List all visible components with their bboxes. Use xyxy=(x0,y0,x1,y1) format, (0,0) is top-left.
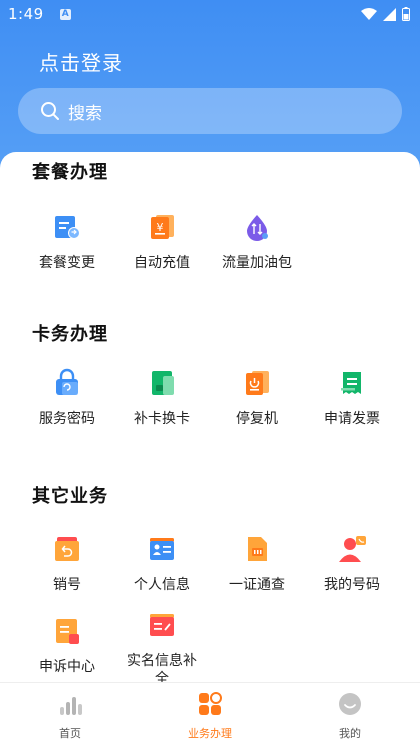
section-plan: 套餐办理 套餐变更 ¥ 自动充值 流量加油包 xyxy=(0,158,420,308)
battery-icon xyxy=(402,7,410,21)
grid-item-realname-complete[interactable]: 实名信息补全 xyxy=(114,610,210,688)
tab-label: 我的 xyxy=(339,727,361,740)
grid-item-data-booster[interactable]: 流量加油包 xyxy=(209,212,305,272)
section-card: 卡务办理 服务密码 补卡换卡 停复机 申请发票 xyxy=(0,320,420,470)
grid-item-appeal-center[interactable]: 申诉中心 xyxy=(19,616,115,676)
search-placeholder: 搜索 xyxy=(68,103,102,124)
profile-face-icon xyxy=(339,693,361,715)
grid-item-id-check[interactable]: 一证通查 xyxy=(209,534,305,594)
wifi-icon xyxy=(361,7,377,20)
status-time: 1:49 xyxy=(8,5,44,23)
section-title: 其它业务 xyxy=(32,486,108,507)
content-sheet: 套餐办理 套餐变更 ¥ 自动充值 流量加油包 卡务办理 服务密码 补卡换卡 停复… xyxy=(0,152,420,692)
grid-item-label: 补卡换卡 xyxy=(134,411,190,427)
grid-item-plan-change[interactable]: 套餐变更 xyxy=(19,212,115,272)
service-password-icon xyxy=(52,368,82,398)
realname-complete-icon xyxy=(147,610,177,640)
grid-item-my-number[interactable]: 我的号码 xyxy=(304,534,400,594)
grid-item-suspend-resume[interactable]: 停复机 xyxy=(209,368,305,428)
grid-item-personal-info[interactable]: 个人信息 xyxy=(114,534,210,594)
business-grid-icon xyxy=(199,692,222,715)
grid-item-auto-recharge[interactable]: ¥ 自动充值 xyxy=(114,212,210,272)
search-icon xyxy=(41,102,59,120)
search-bar[interactable]: 搜索 xyxy=(18,88,402,134)
grid-item-label: 个人信息 xyxy=(134,577,190,593)
my-number-icon xyxy=(337,534,367,564)
tab-label: 首页 xyxy=(59,727,81,740)
grid-item-label: 停复机 xyxy=(236,411,278,427)
bottom-tab-bar: 首页 业务办理 我的 xyxy=(0,682,420,747)
tab-home[interactable]: 首页 xyxy=(20,691,120,741)
svg-text:¥: ¥ xyxy=(157,221,164,234)
plan-change-icon xyxy=(52,212,82,242)
grid-item-label: 申诉中心 xyxy=(39,659,95,675)
appeal-center-icon xyxy=(52,616,82,646)
personal-info-icon xyxy=(147,534,177,564)
grid-item-service-password[interactable]: 服务密码 xyxy=(19,368,115,428)
cancel-number-icon xyxy=(52,534,82,564)
login-link[interactable]: 点击登录 xyxy=(39,47,123,76)
grid-item-label: 我的号码 xyxy=(324,577,380,593)
grid-item-label: 申请发票 xyxy=(324,411,380,427)
grid-item-label: 销号 xyxy=(53,577,81,593)
signal-icon xyxy=(383,7,396,21)
status-bar: 1:49 A xyxy=(0,0,420,28)
grid-item-cancel-number[interactable]: 销号 xyxy=(19,534,115,594)
grid-item-invoice[interactable]: 申请发票 xyxy=(304,368,400,428)
section-title: 卡务办理 xyxy=(32,324,108,345)
home-chart-icon xyxy=(60,697,82,715)
grid-item-sim-replace[interactable]: 补卡换卡 xyxy=(114,368,210,428)
tab-label: 业务办理 xyxy=(188,727,232,740)
section-other: 其它业务 销号 个人信息 一证通查 我的号码 申诉中心 实名信息补全 xyxy=(0,482,420,692)
grid-item-label: 流量加油包 xyxy=(222,255,292,271)
grid-item-label: 服务密码 xyxy=(39,411,95,427)
grid-item-label: 一证通查 xyxy=(229,577,285,593)
invoice-icon xyxy=(337,368,367,398)
section-title: 套餐办理 xyxy=(32,162,108,183)
tab-business[interactable]: 业务办理 xyxy=(160,691,260,741)
grid-item-label: 套餐变更 xyxy=(39,255,95,271)
id-check-icon xyxy=(242,534,272,564)
sim-replace-icon xyxy=(147,368,177,398)
suspend-resume-icon xyxy=(242,368,272,398)
notification-icon: A xyxy=(59,8,71,20)
grid-item-label: 自动充值 xyxy=(134,255,190,271)
tab-profile[interactable]: 我的 xyxy=(300,691,400,741)
data-booster-icon xyxy=(242,212,272,242)
auto-recharge-icon: ¥ xyxy=(147,212,177,242)
